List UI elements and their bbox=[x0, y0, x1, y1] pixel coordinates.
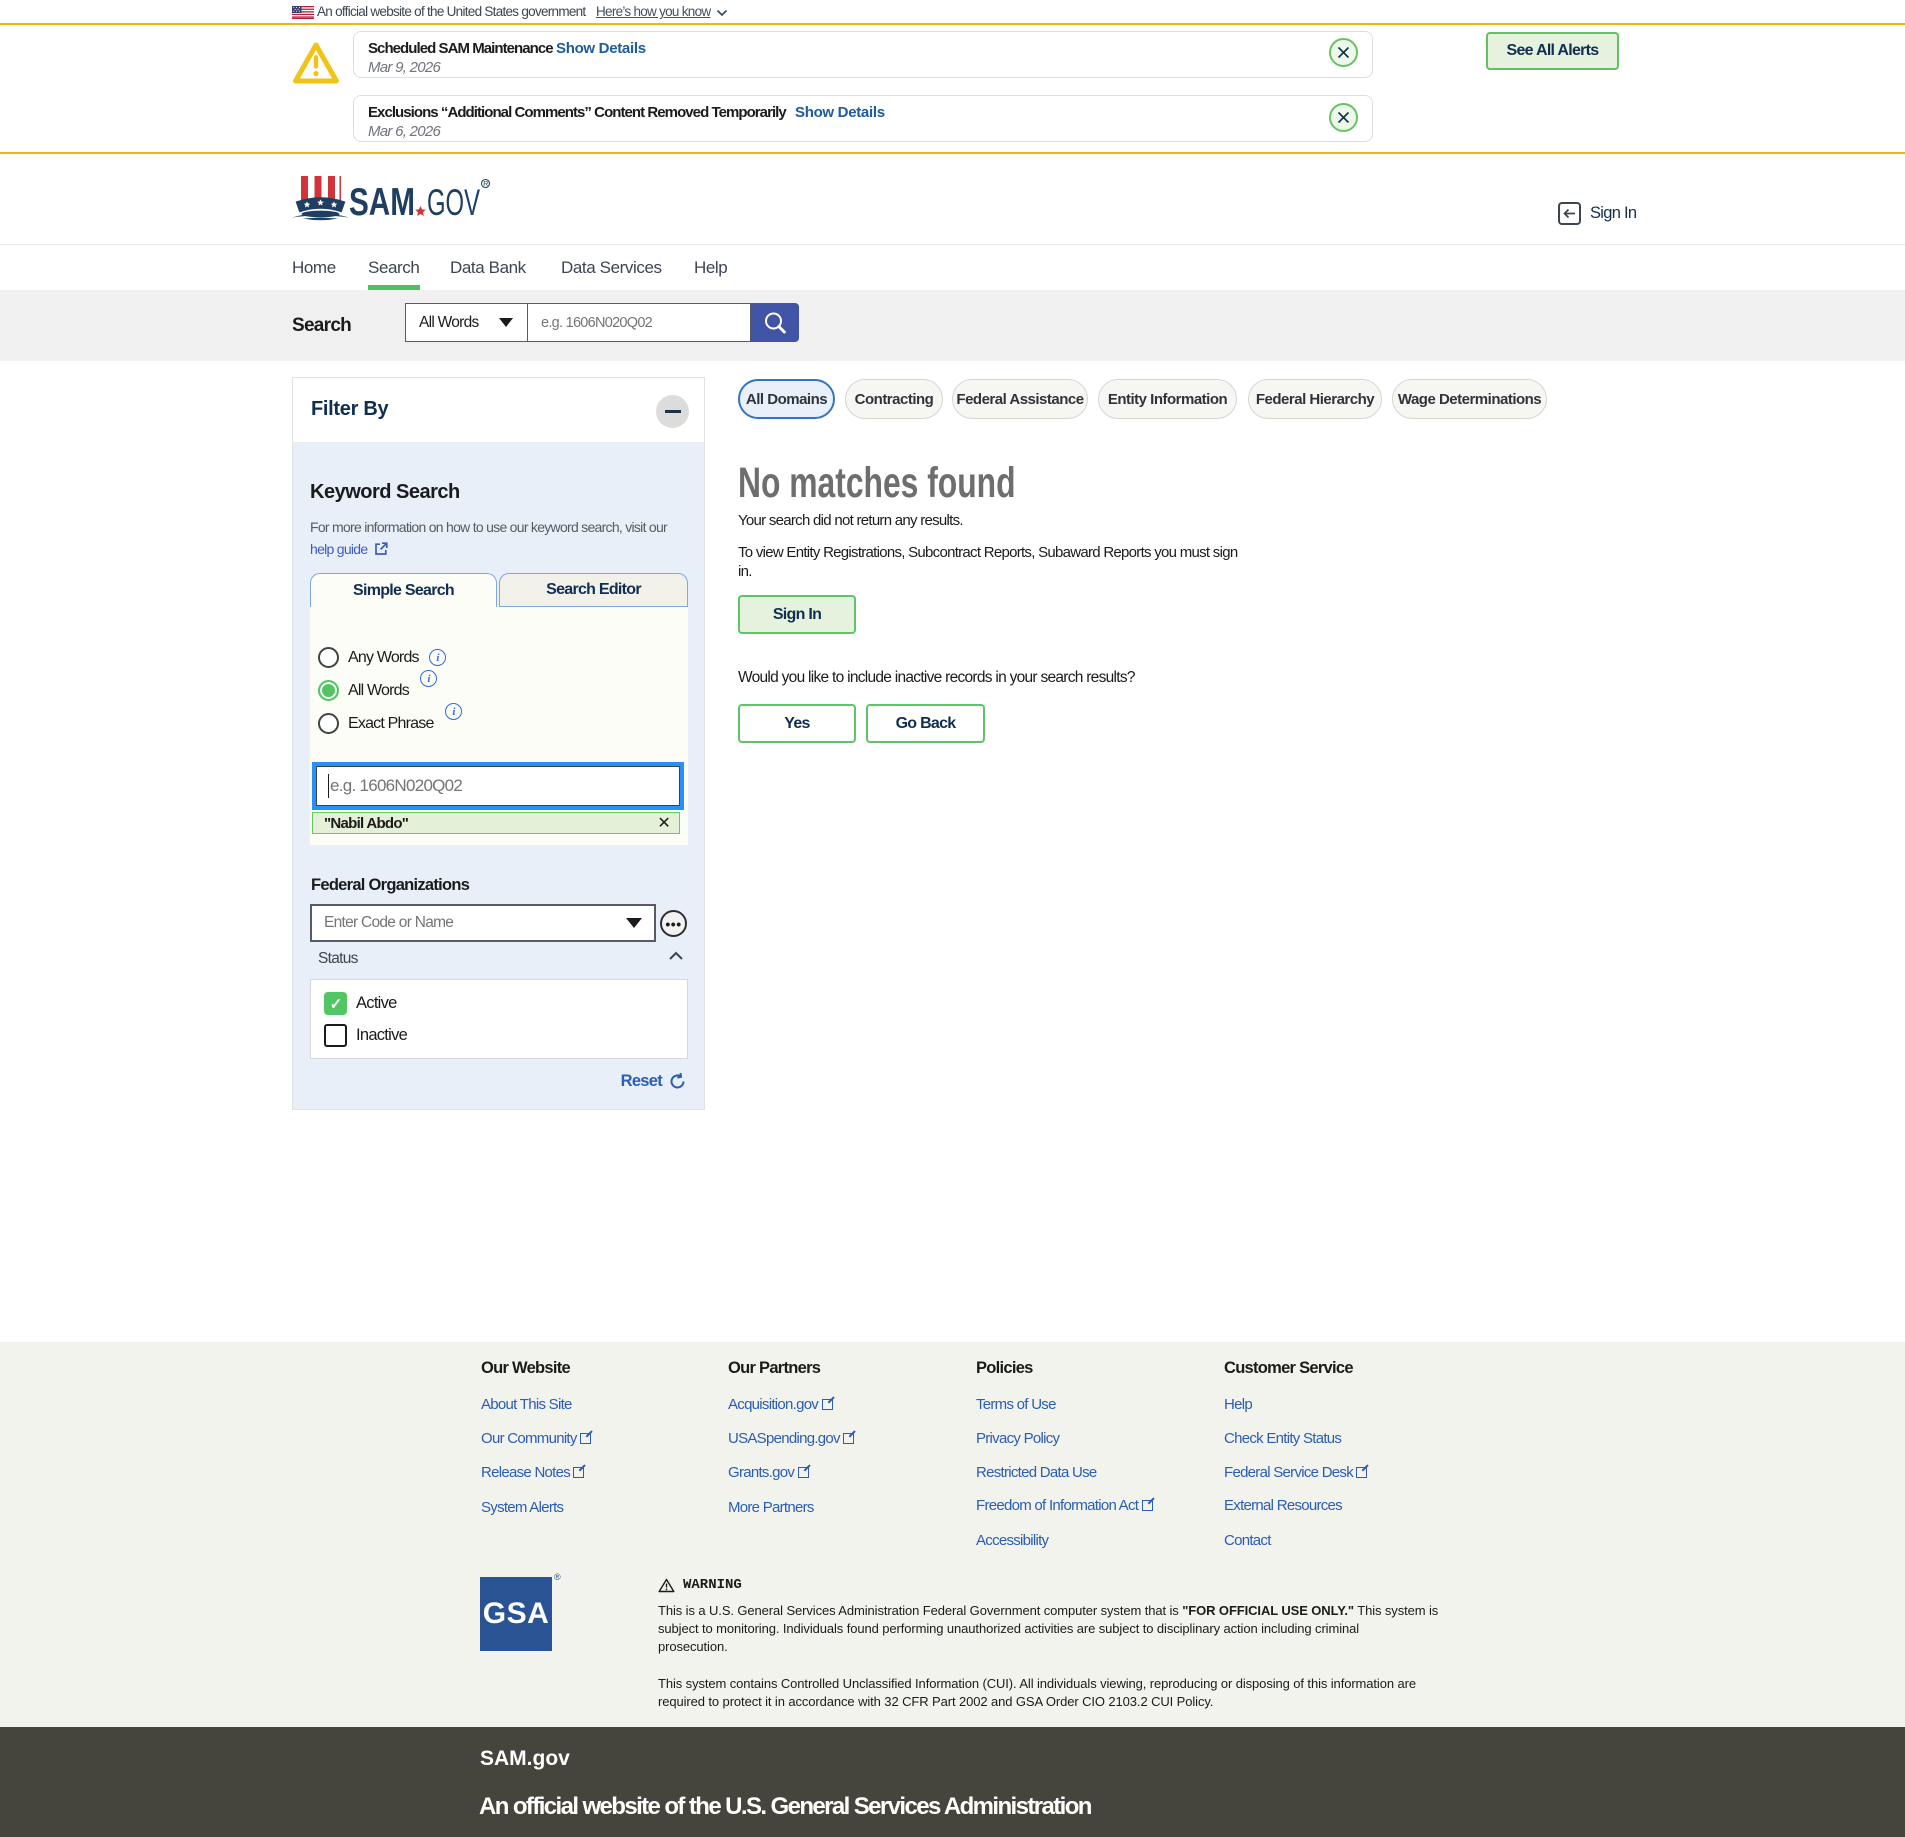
svg-text:GOV: GOV bbox=[427, 182, 480, 223]
svg-text:SAM: SAM bbox=[349, 181, 415, 224]
svg-text:R: R bbox=[483, 181, 488, 188]
